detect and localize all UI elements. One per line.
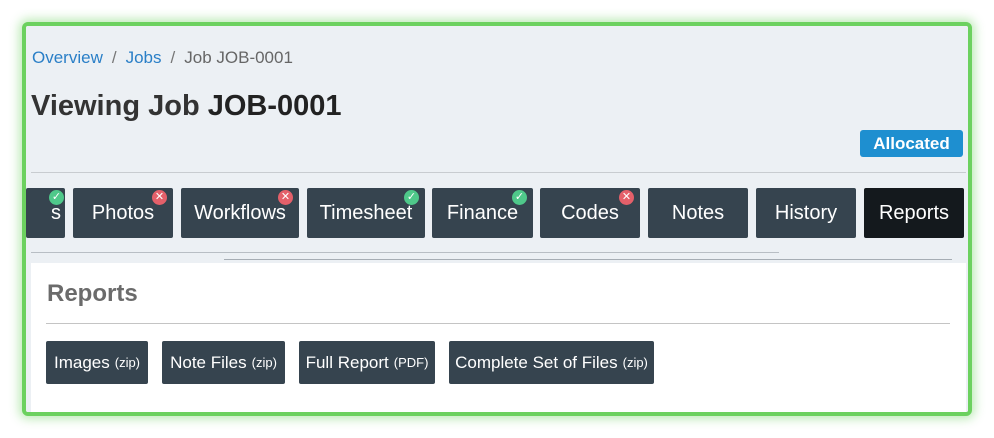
tab-partial[interactable]: s ✓ [26, 188, 65, 238]
button-suffix: (zip) [251, 355, 277, 370]
page-title-job-id: JOB-0001 [207, 90, 342, 122]
job-page: Overview / Jobs / Job JOB-0001 Viewing J… [26, 26, 968, 412]
tab-workflows[interactable]: Workflows ✕ [181, 188, 299, 238]
tab-bar-scroll-track [224, 259, 952, 260]
breadcrumb-overview-link[interactable]: Overview [32, 48, 103, 68]
download-images-button[interactable]: Images (zip) [46, 341, 148, 384]
button-suffix: (PDF) [393, 355, 429, 370]
check-icon: ✓ [49, 190, 64, 205]
close-icon: ✕ [278, 190, 293, 205]
panel-divider [46, 323, 950, 324]
button-label: Full Report [305, 352, 389, 372]
button-label: Note Files [170, 352, 247, 372]
download-complete-files-button[interactable]: Complete Set of Files (zip) [449, 341, 654, 384]
check-icon: ✓ [512, 190, 527, 205]
breadcrumb: Overview / Jobs / Job JOB-0001 [32, 48, 293, 68]
tab-history[interactable]: History [756, 188, 856, 238]
tab-bar-divider [31, 252, 779, 253]
breadcrumb-current: Job JOB-0001 [184, 48, 293, 67]
header-divider [31, 172, 966, 173]
button-suffix: (zip) [114, 355, 141, 370]
close-icon: ✕ [152, 190, 167, 205]
close-icon: ✕ [619, 190, 634, 205]
tab-label: Workflows [194, 201, 286, 224]
button-suffix: (zip) [622, 355, 648, 370]
breadcrumb-separator: / [170, 48, 176, 67]
panel-title: Reports [47, 280, 138, 307]
tab-bar: s ✓ Photos ✕ Workflows ✕ Timesheet ✓ Fin… [26, 188, 968, 238]
status-badge: Allocated [860, 130, 963, 157]
tab-reports[interactable]: Reports [864, 188, 964, 238]
tab-label: Finance [446, 201, 519, 224]
tab-label: Reports [878, 201, 950, 224]
download-full-report-button[interactable]: Full Report (PDF) [299, 341, 435, 384]
breadcrumb-jobs-link[interactable]: Jobs [126, 48, 162, 68]
button-label: Complete Set of Files [455, 352, 618, 372]
reports-panel: Reports Images (zip) Note Files (zip) Fu… [31, 263, 966, 412]
tab-codes[interactable]: Codes ✕ [540, 188, 640, 238]
page-title: Viewing Job JOB-0001 [31, 90, 342, 123]
tab-photos[interactable]: Photos ✕ [73, 188, 173, 238]
check-icon: ✓ [404, 190, 419, 205]
download-note-files-button[interactable]: Note Files (zip) [162, 341, 285, 384]
page-title-prefix: Viewing Job [31, 90, 200, 122]
tab-finance[interactable]: Finance ✓ [432, 188, 533, 238]
tab-label: History [774, 201, 838, 224]
button-label: Images [53, 352, 110, 372]
tab-label: Notes [671, 201, 725, 224]
tab-label: Timesheet [319, 201, 413, 224]
window-frame: Overview / Jobs / Job JOB-0001 Viewing J… [22, 22, 972, 416]
tab-timesheet[interactable]: Timesheet ✓ [307, 188, 425, 238]
tab-label: Photos [91, 201, 155, 224]
tab-notes[interactable]: Notes [648, 188, 748, 238]
tab-label: Codes [561, 201, 619, 224]
breadcrumb-separator: / [111, 48, 117, 67]
